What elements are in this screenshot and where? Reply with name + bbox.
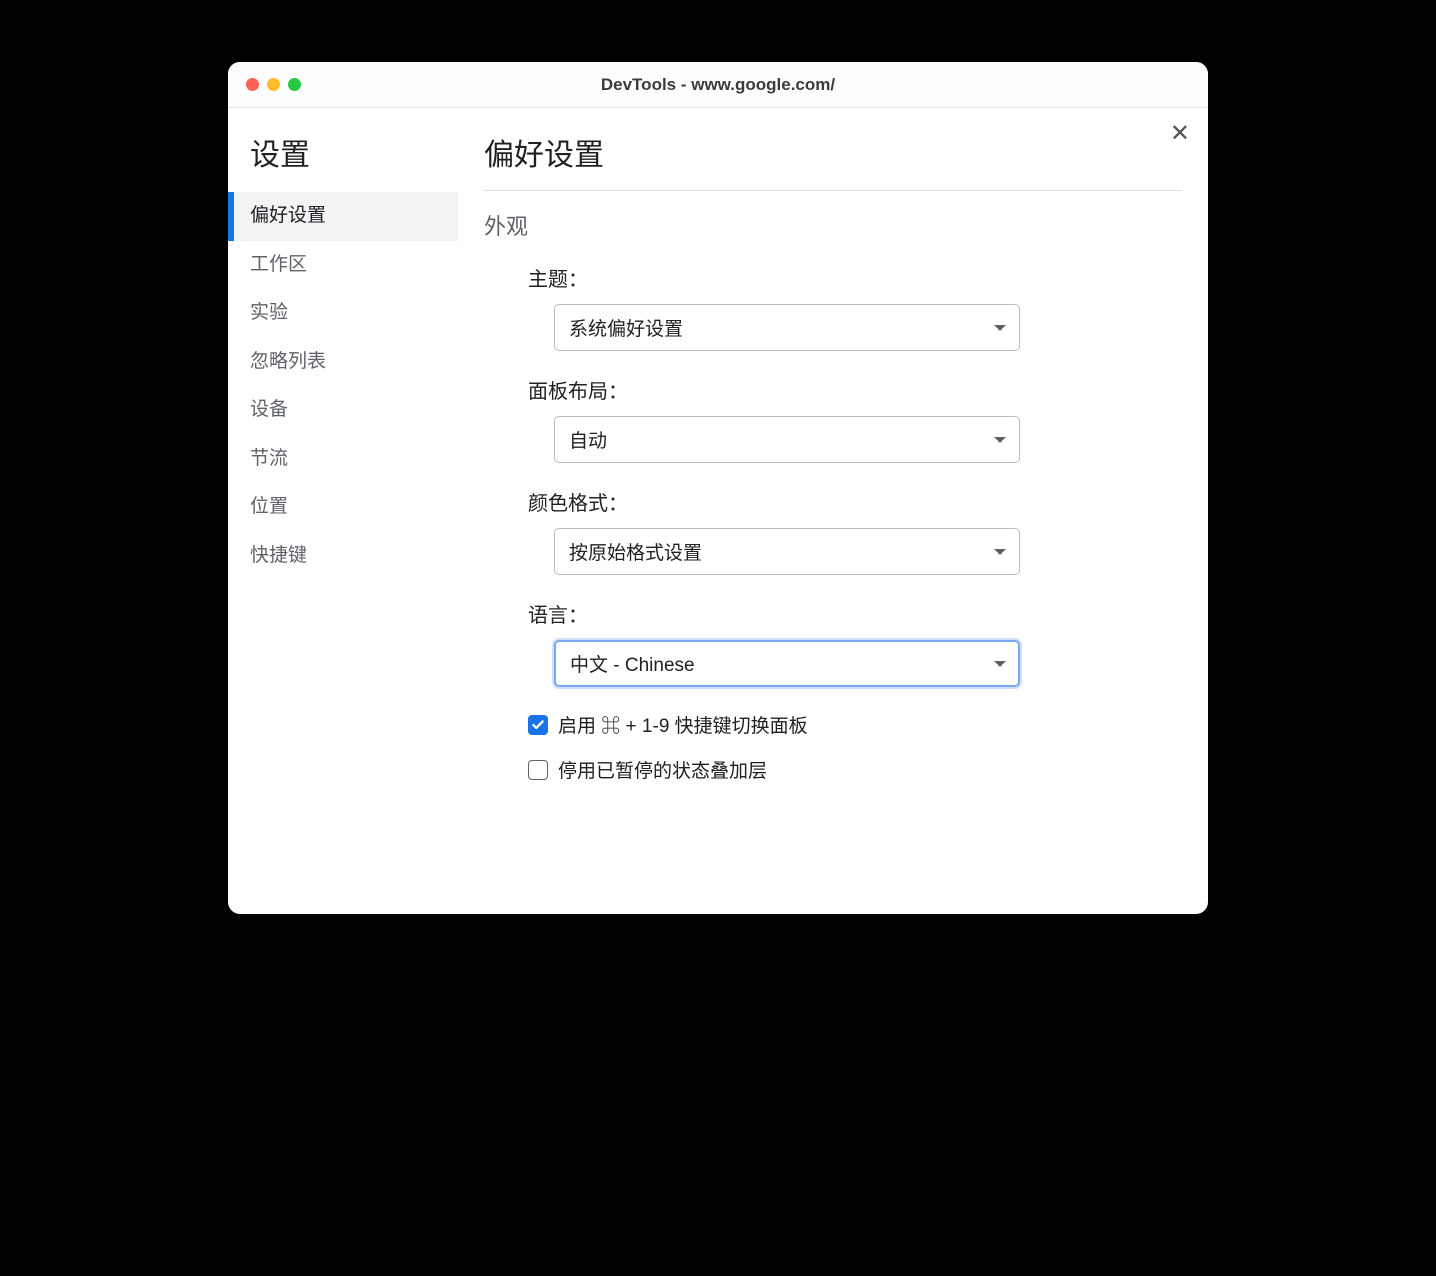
field-language: 语言： 中文 - Chinese (528, 599, 1182, 687)
devtools-settings-window: DevTools - www.google.com/ ✕ 设置 偏好设置 工作区… (228, 62, 1208, 914)
sidebar-items: 偏好设置 工作区 实验 忽略列表 设备 节流 位置 (228, 192, 458, 580)
chevron-down-icon (994, 325, 1006, 331)
color-format-label: 颜色格式： (528, 487, 1182, 516)
theme-select-value: 系统偏好设置 (569, 314, 683, 341)
content-area: ✕ 设置 偏好设置 工作区 实验 忽略列表 设备 (228, 108, 1208, 914)
sidebar-item-label: 节流 (250, 448, 288, 469)
sidebar-item-label: 设备 (250, 399, 288, 420)
theme-label: 主题： (528, 263, 1182, 292)
field-panel-layout: 面板布局： 自动 (528, 375, 1182, 463)
sidebar-title: 设置 (228, 130, 458, 192)
section-appearance-title: 外观 (484, 209, 1182, 241)
sidebar-item-preferences[interactable]: 偏好设置 (228, 192, 458, 241)
sidebar-item-devices[interactable]: 设备 (228, 386, 458, 435)
sidebar-item-label: 位置 (250, 496, 288, 517)
checkbox-icon (528, 715, 548, 735)
sidebar-item-locations[interactable]: 位置 (228, 483, 458, 532)
field-color-format: 颜色格式： 按原始格式设置 (528, 487, 1182, 575)
window-title: DevTools - www.google.com/ (246, 75, 1190, 95)
chevron-down-icon (994, 549, 1006, 555)
checkbox-disable-overlay[interactable]: 停用已暂停的状态叠加层 (528, 756, 1182, 783)
page-title: 偏好设置 (484, 130, 1182, 191)
appearance-form: 主题： 系统偏好设置 面板布局： 自动 (484, 263, 1182, 783)
chevron-down-icon (994, 437, 1006, 443)
sidebar-item-ignore-list[interactable]: 忽略列表 (228, 338, 458, 387)
checkbox-enable-shortcut[interactable]: 启用 ⌘ + 1-9 快捷键切换面板 (528, 711, 1182, 738)
chevron-down-icon (994, 661, 1006, 667)
sidebar-item-throttling[interactable]: 节流 (228, 435, 458, 484)
sidebar-item-shortcuts[interactable]: 快捷键 (228, 532, 458, 581)
panel-layout-label: 面板布局： (528, 375, 1182, 404)
sidebar-item-label: 快捷键 (250, 545, 307, 566)
checkbox-label: 启用 ⌘ + 1-9 快捷键切换面板 (558, 711, 808, 738)
fullscreen-window-icon[interactable] (288, 78, 301, 91)
language-select[interactable]: 中文 - Chinese (554, 640, 1020, 687)
traffic-lights (246, 78, 301, 91)
panel-layout-select[interactable]: 自动 (554, 416, 1020, 463)
sidebar-item-label: 实验 (250, 302, 288, 323)
main-panel: 偏好设置 外观 主题： 系统偏好设置 面板布局： (458, 108, 1208, 914)
sidebar-item-label: 偏好设置 (250, 205, 326, 226)
checkbox-icon (528, 760, 548, 780)
settings-sidebar: 设置 偏好设置 工作区 实验 忽略列表 设备 节流 (228, 108, 458, 914)
color-format-select-value: 按原始格式设置 (569, 538, 702, 565)
sidebar-item-workspace[interactable]: 工作区 (228, 241, 458, 290)
minimize-window-icon[interactable] (267, 78, 280, 91)
close-window-icon[interactable] (246, 78, 259, 91)
checkbox-label: 停用已暂停的状态叠加层 (558, 756, 767, 783)
language-label: 语言： (528, 599, 1182, 628)
field-theme: 主题： 系统偏好设置 (528, 263, 1182, 351)
language-select-value: 中文 - Chinese (570, 650, 695, 677)
theme-select[interactable]: 系统偏好设置 (554, 304, 1020, 351)
sidebar-item-experiments[interactable]: 实验 (228, 289, 458, 338)
close-icon[interactable]: ✕ (1170, 122, 1190, 146)
sidebar-item-label: 忽略列表 (250, 351, 326, 372)
sidebar-item-label: 工作区 (250, 254, 307, 275)
color-format-select[interactable]: 按原始格式设置 (554, 528, 1020, 575)
panel-layout-select-value: 自动 (569, 426, 607, 453)
titlebar: DevTools - www.google.com/ (228, 62, 1208, 108)
